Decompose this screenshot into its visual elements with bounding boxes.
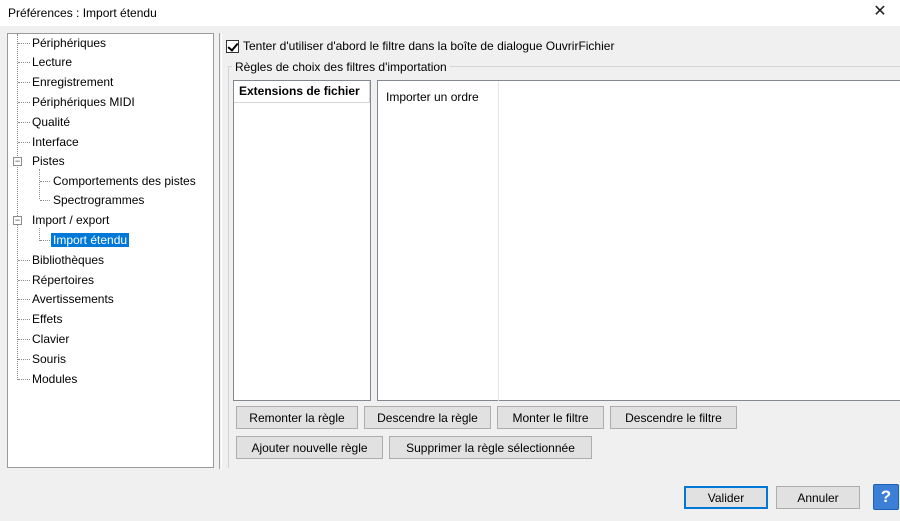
tree-item-comportements-des-pistes[interactable]: Comportements des pistes	[51, 172, 198, 190]
tree-item-qualite[interactable]: Qualité	[30, 113, 72, 131]
tree-line	[18, 142, 30, 143]
move-rule-down-button[interactable]: Descendre la règle	[364, 406, 491, 429]
extensions-list[interactable]: Extensions de fichier	[233, 80, 371, 401]
cancel-button[interactable]: Annuler	[776, 486, 860, 509]
delete-rule-button[interactable]: Supprimer la règle sélectionnée	[389, 436, 592, 459]
tree-item-peripheriques[interactable]: Périphériques	[30, 34, 108, 52]
tree-item-clavier[interactable]: Clavier	[30, 330, 71, 348]
tree-line	[39, 169, 40, 199]
move-filter-down-button[interactable]: Descendre le filtre	[610, 406, 737, 429]
tree-line	[18, 280, 30, 281]
tree-line	[18, 319, 30, 320]
tree-line	[18, 122, 30, 123]
tree-line	[40, 200, 50, 201]
tree-item-enregistrement[interactable]: Enregistrement	[30, 73, 115, 91]
tree-item-import-export[interactable]: Import / export	[30, 211, 111, 229]
tree-item-spectrogrammes[interactable]: Spectrogrammes	[51, 191, 146, 209]
tree-item-repertoires[interactable]: Répertoires	[30, 271, 96, 289]
tree-item-peripheriques-midi[interactable]: Périphériques MIDI	[30, 93, 137, 111]
title-bar: Préférences : Import étendu ✕	[0, 0, 900, 26]
import-order-list[interactable]: Importer un ordre	[377, 80, 900, 401]
tree-line	[18, 299, 30, 300]
collapse-icon[interactable]: −	[13, 216, 22, 225]
tree-item-bibliotheques[interactable]: Bibliothèques	[30, 251, 106, 269]
tree-item-pistes[interactable]: Pistes	[30, 152, 67, 170]
rules-group-label: Règles de choix des filtres d'importatio…	[232, 60, 450, 74]
tree-line	[40, 240, 50, 241]
tree-line	[18, 359, 30, 360]
tree-line	[18, 260, 30, 261]
tree-item-souris[interactable]: Souris	[30, 350, 68, 368]
help-icon[interactable]: ?	[873, 484, 899, 510]
ok-button[interactable]: Valider	[684, 486, 768, 509]
import-order-header[interactable]: Importer un ordre	[378, 81, 499, 401]
window-title: Préférences : Import étendu	[8, 6, 157, 20]
extensions-header[interactable]: Extensions de fichier	[234, 81, 370, 103]
tree-item-avertissements[interactable]: Avertissements	[30, 290, 116, 308]
use-filter-label: Tenter d'utiliser d'abord le filtre dans…	[243, 39, 615, 53]
tree-line	[18, 82, 30, 83]
tree-item-import-etendu[interactable]: Import étendu	[51, 231, 130, 249]
preferences-tree[interactable]: − − Périphériques Lecture Enregistrement…	[7, 33, 214, 468]
use-filter-option[interactable]: Tenter d'utiliser d'abord le filtre dans…	[226, 38, 614, 54]
collapse-icon[interactable]: −	[13, 157, 22, 166]
tree-line	[40, 181, 50, 182]
tree-line	[18, 339, 30, 340]
add-rule-button[interactable]: Ajouter nouvelle règle	[236, 436, 383, 459]
move-filter-up-button[interactable]: Monter le filtre	[497, 406, 604, 429]
tree-line	[18, 43, 30, 44]
use-filter-checkbox[interactable]	[226, 39, 239, 53]
tree-item-lecture[interactable]: Lecture	[30, 53, 74, 71]
panel-splitter[interactable]	[219, 33, 222, 469]
move-rule-up-button[interactable]: Remonter la règle	[236, 406, 358, 429]
tree-line	[18, 62, 30, 63]
tree-item-modules[interactable]: Modules	[30, 370, 79, 388]
tree-item-interface[interactable]: Interface	[30, 133, 81, 151]
tree-line	[17, 34, 18, 380]
tree-line	[18, 102, 30, 103]
tree-line	[18, 379, 30, 380]
tree-item-effets[interactable]: Effets	[30, 310, 64, 328]
close-icon[interactable]: ✕	[860, 0, 900, 26]
